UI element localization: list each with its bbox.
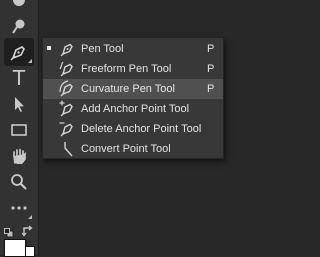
delete-anchor-point-icon (59, 120, 77, 138)
add-anchor-point-icon (59, 100, 77, 118)
swap-colors-icon (21, 225, 33, 237)
convert-point-icon (59, 140, 77, 158)
burn-tool[interactable] (4, 12, 34, 40)
hand-tool[interactable] (4, 142, 34, 170)
pen-tool-button[interactable] (4, 38, 34, 66)
menu-item-shortcut: P (207, 43, 215, 55)
type-tool[interactable]: T (4, 64, 34, 92)
edit-toolbar-button[interactable] (4, 194, 34, 222)
zoom-tool-icon (9, 172, 29, 192)
foreground-color-swatch[interactable] (4, 239, 26, 257)
pen-tool-icon (59, 40, 77, 58)
rectangle-tool-icon (9, 120, 29, 140)
spot-healing-brush-icon (9, 0, 29, 10)
more-tools-ellipsis-icon (9, 198, 29, 218)
selected-tool-indicator (47, 46, 51, 50)
menu-item-shortcut: P (207, 83, 215, 95)
pen-tool-icon (9, 42, 29, 62)
menu-item-label: Freeform Pen Tool (81, 63, 172, 75)
menu-item-add-anchor-point-tool[interactable]: Add Anchor Point Tool (43, 99, 223, 119)
tools-panel: T (0, 0, 39, 257)
burn-tool-icon (9, 16, 29, 36)
path-selection-arrow-icon (9, 94, 29, 114)
freeform-pen-icon (59, 60, 77, 78)
menu-item-shortcut: P (207, 63, 215, 75)
default-colors-icon (4, 228, 14, 238)
menu-item-curvature-pen-tool[interactable]: Curvature Pen Tool P (43, 79, 223, 99)
menu-item-freeform-pen-tool[interactable]: Freeform Pen Tool P (43, 59, 223, 79)
menu-item-label: Add Anchor Point Tool (81, 103, 190, 115)
hand-tool-icon (9, 146, 29, 166)
rectangle-tool[interactable] (4, 116, 34, 144)
menu-item-label: Curvature Pen Tool (81, 83, 175, 95)
zoom-tool[interactable] (4, 168, 34, 196)
menu-item-delete-anchor-point-tool[interactable]: Delete Anchor Point Tool (43, 119, 223, 139)
menu-item-label: Pen Tool (81, 43, 124, 55)
flyout-indicator (28, 215, 32, 219)
menu-item-label: Delete Anchor Point Tool (81, 123, 202, 135)
menu-item-label: Convert Point Tool (81, 143, 171, 155)
type-tool-icon: T (12, 66, 26, 90)
menu-item-pen-tool[interactable]: Pen Tool P (43, 39, 223, 59)
path-selection-tool[interactable] (4, 90, 34, 118)
menu-item-convert-point-tool[interactable]: Convert Point Tool (43, 139, 223, 159)
pen-tools-flyout-menu: Pen Tool P Freeform Pen Tool P Curvature… (42, 37, 224, 159)
flyout-indicator (28, 59, 32, 63)
curvature-pen-icon (59, 80, 77, 98)
